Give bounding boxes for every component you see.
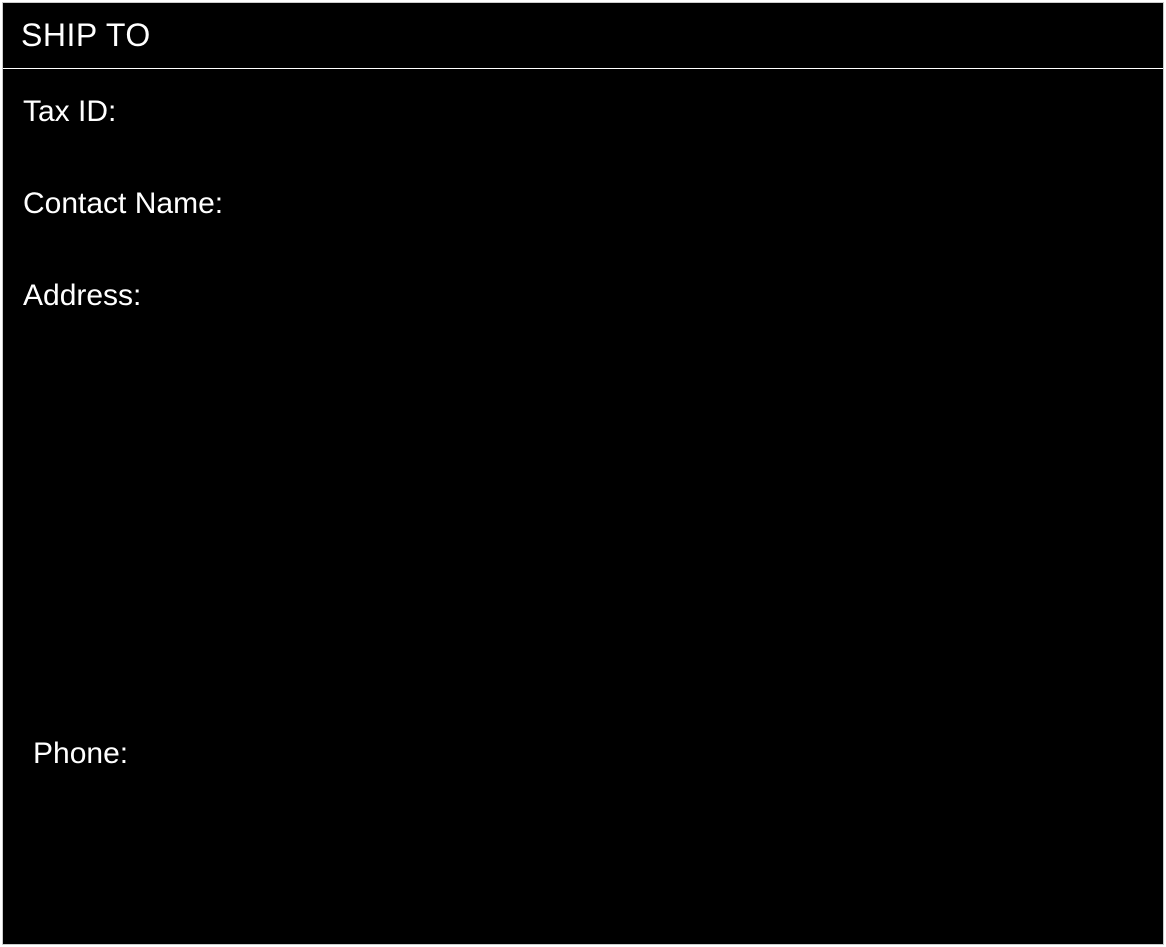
contact-name-value <box>233 183 1143 213</box>
tax-id-value <box>126 91 1143 121</box>
phone-field: Phone: <box>23 733 1143 771</box>
ship-to-body: Tax ID: Contact Name: Address: Phone: <box>3 69 1163 789</box>
contact-name-label: Contact Name: <box>23 187 223 221</box>
ship-to-header: SHIP TO <box>3 3 1163 69</box>
ship-to-title: SHIP TO <box>21 17 1145 54</box>
tax-id-label: Tax ID: <box>23 95 116 129</box>
tax-id-field: Tax ID: <box>23 91 1143 129</box>
phone-value <box>138 733 1143 763</box>
contact-name-field: Contact Name: <box>23 183 1143 221</box>
phone-label: Phone: <box>33 737 128 771</box>
address-value <box>151 275 1143 305</box>
address-field: Address: <box>23 275 1143 313</box>
ship-to-panel: SHIP TO Tax ID: Contact Name: Address: P… <box>2 2 1164 945</box>
address-label: Address: <box>23 279 141 313</box>
